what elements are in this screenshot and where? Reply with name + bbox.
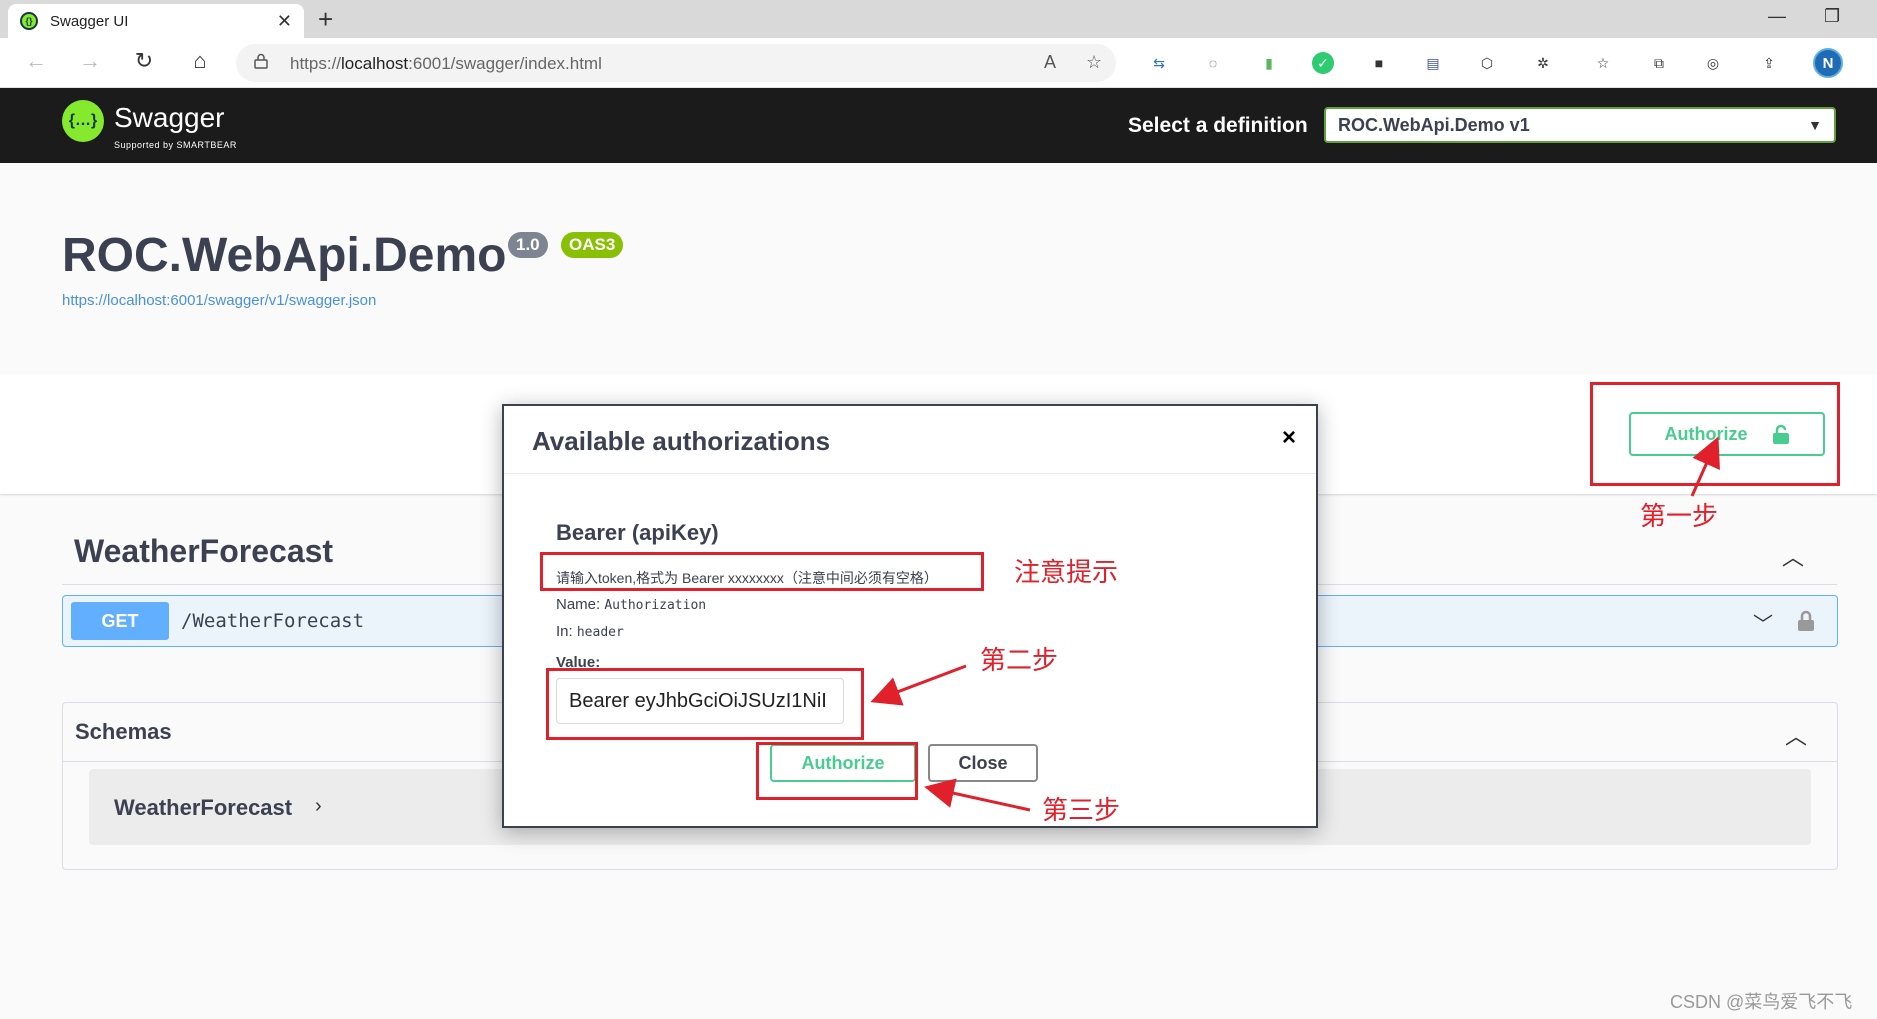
swagger-topbar: {…} Swagger Supported by SMARTBEAR Selec… xyxy=(0,88,1877,163)
minimize-icon[interactable]: — xyxy=(1768,6,1786,27)
read-aloud-icon[interactable]: A xyxy=(1044,52,1056,73)
auth-scheme-title: Bearer (apiKey) xyxy=(556,520,719,545)
swagger-logo-icon: {…} xyxy=(62,100,104,142)
annotation-step2: 第二步 xyxy=(980,646,1059,676)
back-icon[interactable]: ← xyxy=(22,48,50,74)
lock-icon[interactable] xyxy=(1797,610,1815,632)
chevron-up-icon[interactable]: ︿ xyxy=(1785,719,1807,751)
extension-icon[interactable]: ◌ xyxy=(1202,52,1224,74)
definition-select[interactable]: ROC.WebApi.Demo v1 ▼ xyxy=(1324,107,1836,143)
tab-title: Swagger UI xyxy=(50,12,129,30)
annotation-note: 注意提示 xyxy=(1014,558,1119,588)
annotation-box-step2 xyxy=(546,668,864,740)
extension-icon[interactable]: ⬡ xyxy=(1476,52,1498,74)
swagger-favicon-icon: {} xyxy=(20,12,38,30)
extension-icon[interactable]: ✓ xyxy=(1312,52,1334,74)
annotation-box-step3 xyxy=(756,742,918,800)
definition-label: Select a definition xyxy=(1128,114,1308,137)
extension-icon[interactable]: ▮ xyxy=(1258,52,1280,74)
restore-icon[interactable]: ❐ xyxy=(1824,6,1840,27)
annotation-step3: 第三步 xyxy=(1042,796,1121,826)
definition-selected-value: ROC.WebApi.Demo v1 xyxy=(1338,114,1530,135)
api-title: ROC.WebApi.Demo xyxy=(62,229,507,282)
home-icon[interactable]: ⌂ xyxy=(186,48,214,74)
swagger-logo-text: Swagger xyxy=(114,102,225,133)
browser-tab-bar: {} Swagger UI ✕ + — ❐ xyxy=(0,0,1877,38)
model-name: WeatherForecast xyxy=(114,795,293,820)
profile-avatar[interactable]: N xyxy=(1813,48,1843,78)
modal-close-button[interactable]: Close xyxy=(928,744,1038,782)
close-icon[interactable]: × xyxy=(1282,424,1296,452)
favorite-add-icon[interactable]: ☆ xyxy=(1086,52,1102,73)
extension-icon[interactable]: ■ xyxy=(1368,52,1390,74)
auth-in: In: header xyxy=(556,623,624,640)
forward-icon[interactable]: → xyxy=(76,48,104,74)
lock-icon xyxy=(254,53,268,69)
oas-badge: OAS3 xyxy=(561,232,624,258)
version-badge: 1.0 xyxy=(508,232,548,258)
swagger-logo-subtitle: Supported by SMARTBEAR xyxy=(114,140,237,150)
method-badge: GET xyxy=(71,602,169,640)
annotation-box-step1 xyxy=(1590,382,1840,486)
chevron-down-icon[interactable]: ﹀ xyxy=(1753,608,1773,637)
chevron-up-icon[interactable]: ︿ xyxy=(1782,540,1804,572)
extensions-puzzle-icon[interactable]: ✲ xyxy=(1532,52,1554,74)
annotation-step1: 第一步 xyxy=(1640,502,1719,532)
operation-path: /WeatherForecast xyxy=(181,610,365,632)
new-tab-icon[interactable]: + xyxy=(318,4,333,35)
browser-tab[interactable]: {} Swagger UI ✕ xyxy=(8,4,304,38)
auth-name: Name: Authorization xyxy=(556,596,707,613)
spec-link[interactable]: https://localhost:6001/swagger/v1/swagge… xyxy=(62,292,376,309)
url-text: https://localhost:6001/swagger/index.htm… xyxy=(290,54,602,73)
watermark: CSDN @菜鸟爱飞不飞 xyxy=(1670,992,1853,1012)
modal-header: Available authorizations × xyxy=(504,406,1316,474)
share-icon[interactable]: ⇪ xyxy=(1758,52,1780,74)
refresh-icon[interactable]: ↻ xyxy=(130,48,158,74)
tab-close-icon[interactable]: ✕ xyxy=(277,11,292,32)
performance-icon[interactable]: ◎ xyxy=(1702,52,1724,74)
favorites-icon[interactable]: ☆ xyxy=(1592,52,1614,74)
extension-icon[interactable]: ⇆ xyxy=(1148,52,1170,74)
address-bar[interactable]: https://localhost:6001/swagger/index.htm… xyxy=(236,44,1116,82)
browser-toolbar: ← → ↻ ⌂ https://localhost:6001/swagger/i… xyxy=(0,38,1877,88)
chevron-down-icon: ▼ xyxy=(1808,117,1822,133)
annotation-box-note xyxy=(540,552,984,591)
tag-title[interactable]: WeatherForecast xyxy=(74,533,333,570)
modal-title: Available authorizations xyxy=(532,426,831,456)
schemas-title[interactable]: Schemas xyxy=(75,719,172,745)
chevron-right-icon: › xyxy=(315,795,322,817)
extension-icon[interactable]: ▤ xyxy=(1422,52,1444,74)
collections-icon[interactable]: ⧉ xyxy=(1648,52,1670,74)
